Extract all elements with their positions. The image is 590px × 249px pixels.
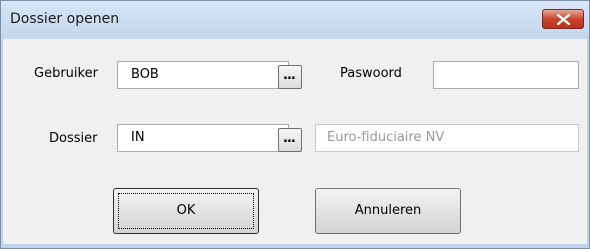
title-bar: Dossier openen: [1, 1, 589, 39]
dialog-content: Gebruiker BOB ... Paswoord Dossier IN ..…: [3, 39, 587, 244]
dossier-label: Dossier: [49, 131, 98, 146]
cancel-button[interactable]: Annuleren: [315, 188, 461, 234]
window-bottom-frame: [3, 244, 587, 248]
password-field[interactable]: [433, 61, 579, 89]
browse-ellipsis: ...: [283, 68, 296, 83]
browse-ellipsis: ...: [283, 131, 296, 146]
dossier-name-field: Euro-fiduciaire NV: [315, 124, 579, 152]
user-label: Gebruiker: [34, 66, 98, 81]
close-icon: [557, 14, 570, 25]
ok-button[interactable]: OK: [113, 188, 259, 234]
window-title: Dossier openen: [10, 11, 120, 27]
ok-button-label: OK: [176, 203, 196, 218]
dialog-window: Dossier openen Gebruiker BOB ... Paswoor…: [0, 0, 590, 249]
user-browse-button[interactable]: ...: [278, 65, 302, 89]
close-button[interactable]: [542, 9, 584, 29]
user-field[interactable]: BOB: [117, 61, 289, 89]
dossier-browse-button[interactable]: ...: [278, 128, 302, 152]
cancel-button-label: Annuleren: [354, 203, 422, 218]
password-label: Paswoord: [340, 66, 402, 81]
dossier-field[interactable]: IN: [117, 124, 289, 152]
